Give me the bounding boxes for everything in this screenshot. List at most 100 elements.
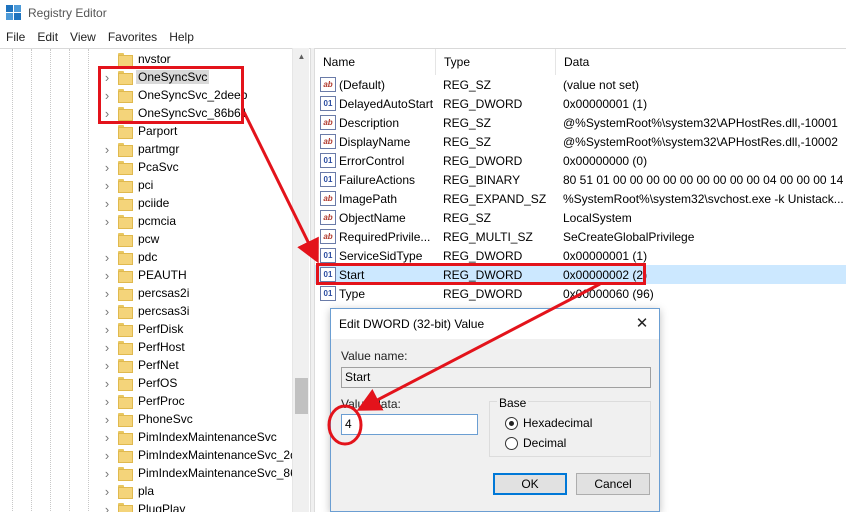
table-row[interactable]: 01 FailureActions REG_BINARY 80 51 01 00 00…: [315, 170, 846, 189]
tree-item[interactable]: › PcaSvc: [0, 159, 294, 177]
value-name-label: Value name:: [341, 349, 408, 363]
tree-item[interactable]: › PimIndexMaintenanceSvc_86: [0, 465, 297, 483]
hexadecimal-label[interactable]: Hexadecimal: [523, 416, 592, 430]
tree-item[interactable]: › pcmcia: [0, 213, 294, 231]
tree-item[interactable]: › percsas3i: [0, 303, 294, 321]
folder-icon: [118, 359, 133, 373]
value-type-cell: REG_BINARY: [443, 173, 521, 187]
tree-item-label: PerfHost: [138, 340, 185, 354]
value-data-cell: 0x00000001 (1): [563, 97, 648, 111]
tree-item[interactable]: › pla: [0, 483, 294, 501]
scroll-thumb[interactable]: [295, 378, 308, 414]
cancel-button[interactable]: Cancel: [576, 473, 650, 495]
chevron-right-icon[interactable]: ›: [102, 161, 112, 174]
menu-edit[interactable]: Edit: [31, 30, 64, 44]
table-row[interactable]: ab DisplayName REG_SZ @%SystemRoot%\system3…: [315, 132, 846, 151]
folder-icon: [118, 485, 133, 499]
chevron-right-icon[interactable]: ›: [102, 395, 112, 408]
folder-icon: [118, 413, 133, 427]
chevron-right-icon[interactable]: ›: [102, 503, 112, 512]
value-type-cell: REG_DWORD: [443, 287, 523, 301]
value-data-input[interactable]: 4: [341, 414, 478, 435]
table-row[interactable]: 01 ErrorControl REG_DWORD 0x00000000 (0): [315, 151, 846, 170]
menu-favorites[interactable]: Favorites: [102, 30, 163, 44]
edit-dword-dialog: Edit DWORD (32-bit) Value ✕ Value name: …: [330, 308, 660, 512]
tree-item-label: PimIndexMaintenanceSvc_86: [138, 466, 297, 480]
tree-item[interactable]: › PimIndexMaintenanceSvc_2d: [0, 447, 297, 465]
tree-item-label: percsas3i: [138, 304, 190, 318]
window-title: Registry Editor: [28, 6, 107, 20]
hexadecimal-radio[interactable]: [505, 417, 518, 430]
string-value-icon: ab: [320, 134, 336, 149]
chevron-right-icon[interactable]: ›: [102, 467, 112, 480]
table-row[interactable]: ab (Default) REG_SZ (value not set): [315, 75, 846, 94]
column-header-data[interactable]: Data: [556, 49, 846, 75]
binary-value-icon: 01: [320, 248, 336, 263]
tree-item-label: PcaSvc: [138, 160, 179, 174]
chevron-right-icon[interactable]: ›: [102, 413, 112, 426]
tree-item[interactable]: › PerfNet: [0, 357, 294, 375]
scroll-up-arrow-icon[interactable]: ▲: [293, 48, 310, 65]
chevron-right-icon[interactable]: ›: [102, 269, 112, 282]
decimal-label[interactable]: Decimal: [523, 436, 566, 450]
folder-icon: [118, 53, 133, 67]
close-icon[interactable]: ✕: [631, 313, 653, 335]
tree-item-label: PEAUTH: [138, 268, 187, 282]
chevron-right-icon[interactable]: ›: [102, 449, 112, 462]
chevron-right-icon[interactable]: ›: [102, 359, 112, 372]
chevron-right-icon[interactable]: ›: [102, 287, 112, 300]
tree-item[interactable]: › pciide: [0, 195, 294, 213]
chevron-right-icon[interactable]: ›: [102, 377, 112, 390]
folder-icon: [118, 503, 133, 512]
tree-item[interactable]: › PhoneSvc: [0, 411, 294, 429]
tree-item[interactable]: › PerfProc: [0, 393, 294, 411]
menu-view[interactable]: View: [64, 30, 102, 44]
tree-item[interactable]: › PlugPlay: [0, 501, 294, 512]
tree-scrollbar[interactable]: ▲: [292, 48, 309, 512]
table-row[interactable]: 01 Type REG_DWORD 0x00000060 (96): [315, 284, 846, 303]
chevron-right-icon[interactable]: ›: [102, 215, 112, 228]
table-row[interactable]: ab Description REG_SZ @%SystemRoot%\system3…: [315, 113, 846, 132]
value-type-cell: REG_DWORD: [443, 97, 523, 111]
chevron-right-icon[interactable]: ›: [102, 305, 112, 318]
table-row[interactable]: 01 DelayedAutoStart REG_DWORD 0x00000001 (1…: [315, 94, 846, 113]
value-name-cell: ObjectName: [339, 211, 406, 225]
binary-value-icon: 01: [320, 172, 336, 187]
tree-item[interactable]: pcw: [0, 231, 294, 249]
tree-item[interactable]: › pdc: [0, 249, 294, 267]
chevron-right-icon[interactable]: ›: [102, 431, 112, 444]
tree-item-label: pcw: [138, 232, 160, 246]
registry-editor-icon: [6, 5, 22, 21]
ok-button[interactable]: OK: [493, 473, 567, 495]
table-row[interactable]: ab ObjectName REG_SZ LocalSystem: [315, 208, 846, 227]
chevron-right-icon[interactable]: ›: [102, 143, 112, 156]
tree-item[interactable]: › partmgr: [0, 141, 294, 159]
tree-item-label: PimIndexMaintenanceSvc_2d: [138, 448, 297, 462]
value-type-cell: REG_EXPAND_SZ: [443, 192, 547, 206]
folder-icon: [118, 179, 133, 193]
tree-item[interactable]: › PerfDisk: [0, 321, 294, 339]
column-header-name[interactable]: Name: [315, 49, 436, 75]
tree-item[interactable]: › PerfHost: [0, 339, 294, 357]
tree-item[interactable]: Parport: [0, 123, 294, 141]
table-row[interactable]: ab RequiredPrivile... REG_MULTI_SZ SeCreate…: [315, 227, 846, 246]
tree-item-label: PerfNet: [138, 358, 179, 372]
decimal-radio[interactable]: [505, 437, 518, 450]
chevron-right-icon[interactable]: ›: [102, 485, 112, 498]
menu-file[interactable]: File: [0, 30, 31, 44]
chevron-right-icon[interactable]: ›: [102, 179, 112, 192]
tree-item[interactable]: › PerfOS: [0, 375, 294, 393]
tree-item[interactable]: › percsas2i: [0, 285, 294, 303]
chevron-right-icon[interactable]: ›: [102, 197, 112, 210]
tree-item[interactable]: › PEAUTH: [0, 267, 294, 285]
menu-help[interactable]: Help: [163, 30, 200, 44]
column-header-type[interactable]: Type: [436, 49, 556, 75]
table-row[interactable]: ab ImagePath REG_EXPAND_SZ %SystemRoot%\sys…: [315, 189, 846, 208]
chevron-right-icon[interactable]: ›: [102, 251, 112, 264]
chevron-right-icon[interactable]: ›: [102, 341, 112, 354]
tree-item[interactable]: › pci: [0, 177, 294, 195]
folder-icon: [118, 467, 133, 481]
tree-item-label: PerfProc: [138, 394, 185, 408]
tree-item[interactable]: › PimIndexMaintenanceSvc: [0, 429, 294, 447]
chevron-right-icon[interactable]: ›: [102, 323, 112, 336]
